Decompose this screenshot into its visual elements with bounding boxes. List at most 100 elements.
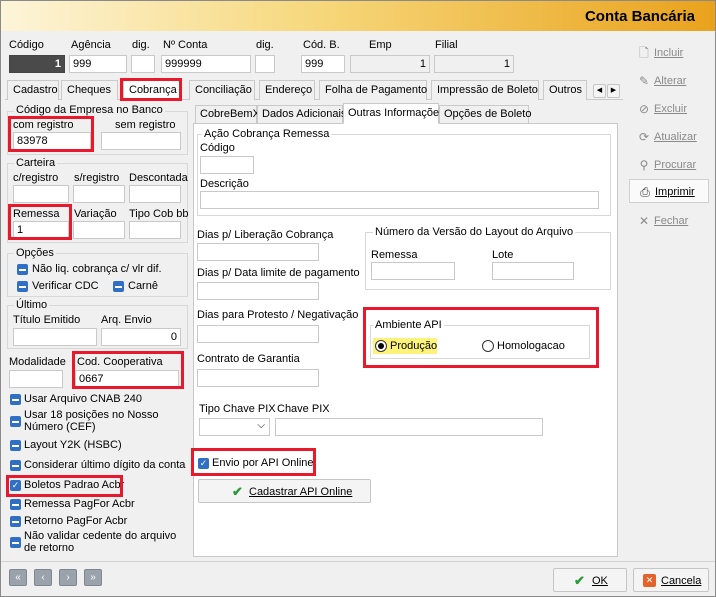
ultimo-digito-checkbox[interactable]: [10, 460, 21, 471]
dias-liberacao-field[interactable]: [197, 243, 319, 261]
cancel-button[interactable]: ✕ Cancela: [633, 568, 709, 592]
tab-cobranca[interactable]: Cobrança: [123, 80, 181, 100]
arq-envio-field[interactable]: 0: [101, 328, 181, 346]
tab-impressao-boleto[interactable]: Impressão de Boleto: [431, 80, 539, 100]
tipo-cob-field[interactable]: [129, 221, 181, 239]
tab-cadastro[interactable]: Cadastro: [7, 80, 59, 100]
subtab-outras-informacoes[interactable]: Outras Informações: [343, 103, 445, 124]
tab-scroll-right-icon[interactable]: ▶: [607, 84, 620, 98]
acao-codigo-label: Código: [200, 142, 235, 154]
atualizar-button[interactable]: ⟳ Atualizar: [629, 125, 709, 149]
ambiente-api-title: Ambiente API: [373, 319, 444, 331]
carteira-title: Carteira: [14, 157, 58, 169]
incluir-button[interactable]: 🗋 Incluir: [629, 41, 709, 65]
nosso-numero-checkbox[interactable]: [10, 416, 21, 427]
remessa-label: Remessa: [13, 208, 60, 220]
modalidade-field[interactable]: [9, 370, 63, 388]
envio-api-label: Envio por API Online: [212, 457, 314, 469]
excluir-button[interactable]: ⊘ Excluir: [629, 97, 709, 121]
variacao-field[interactable]: [73, 221, 125, 239]
layout-y2k-checkbox[interactable]: [10, 440, 21, 451]
homologacao-radio[interactable]: [482, 340, 494, 352]
nao-liq-checkbox[interactable]: [17, 264, 28, 275]
producao-radio[interactable]: [375, 340, 387, 352]
chevron-down-icon: ⌵: [257, 420, 265, 431]
com-registro-field[interactable]: 83978: [13, 132, 91, 150]
alterar-button[interactable]: ✎ Alterar: [629, 69, 709, 93]
subtab-opcoes-boleto[interactable]: Opções de Boleto: [439, 105, 531, 123]
layout-y2k-label: Layout Y2K (HSBC): [24, 439, 122, 451]
conta-dig-field[interactable]: [255, 55, 275, 73]
codb-label: Cód. B.: [303, 39, 340, 51]
versao-layout-group: [365, 232, 611, 290]
remessa-field[interactable]: 1: [13, 221, 69, 239]
fechar-button[interactable]: ✕ Fechar: [629, 209, 709, 233]
subtab-cobrebemx[interactable]: CobreBemX: [195, 105, 260, 123]
nconta-field[interactable]: 999999: [161, 55, 251, 73]
s-registro-field[interactable]: [73, 185, 125, 203]
verificar-cdc-checkbox[interactable]: [17, 281, 28, 292]
chave-pix-field[interactable]: [275, 418, 543, 436]
agencia-dig-field[interactable]: [131, 55, 155, 73]
tab-outros[interactable]: Outros: [543, 80, 587, 100]
codigo-field[interactable]: 1: [9, 55, 65, 73]
descontada-field[interactable]: [129, 185, 181, 203]
sem-registro-label: sem registro: [115, 119, 176, 131]
sem-registro-field[interactable]: [101, 132, 181, 150]
codb-field[interactable]: 999: [301, 55, 345, 73]
acao-codigo-field[interactable]: [200, 156, 254, 174]
agencia-label: Agência: [71, 39, 111, 51]
tab-conciliacao[interactable]: Conciliação: [189, 80, 255, 100]
new-document-icon: 🗋: [639, 46, 649, 60]
cod-cooperativa-field[interactable]: 0667: [75, 370, 179, 388]
remessa-pagfor-checkbox[interactable]: [10, 499, 21, 510]
tab-folha-pagamento[interactable]: Folha de Pagamento: [319, 80, 427, 100]
retorno-pagfor-label: Retorno PagFor Acbr: [24, 515, 128, 527]
next-record-icon[interactable]: ›: [59, 569, 77, 586]
close-icon: ✕: [638, 214, 650, 228]
opcoes-title: Opções: [14, 247, 56, 259]
dig-label-2: dig.: [256, 39, 274, 51]
dias-liberacao-label: Dias p/ Liberação Cobrança: [197, 229, 334, 241]
tab-scroll-left-icon[interactable]: ◀: [593, 84, 606, 98]
retorno-pagfor-checkbox[interactable]: [10, 516, 21, 527]
c-registro-field[interactable]: [13, 185, 69, 203]
remessa-pagfor-label: Remessa PagFor Acbr: [24, 498, 135, 510]
envio-api-checkbox[interactable]: ✓: [198, 458, 209, 469]
previous-record-icon[interactable]: ‹: [34, 569, 52, 586]
imprimir-button[interactable]: ⎙ Imprimir: [629, 179, 709, 203]
ok-button[interactable]: ✔ OK: [553, 568, 627, 592]
tipo-chave-pix-select[interactable]: ⌵: [199, 418, 270, 436]
carne-checkbox[interactable]: [113, 281, 124, 292]
versao-lote-field[interactable]: [492, 262, 574, 280]
cnab240-checkbox[interactable]: [10, 394, 21, 405]
versao-remessa-field[interactable]: [371, 262, 455, 280]
dias-limite-field[interactable]: [197, 282, 319, 300]
contrato-garantia-field[interactable]: [197, 369, 319, 387]
acao-descricao-field[interactable]: [200, 191, 599, 209]
ok-check-icon: ✔: [574, 573, 585, 588]
printer-icon: ⎙: [640, 185, 650, 199]
last-record-icon[interactable]: »: [84, 569, 102, 586]
boletos-acbr-label: Boletos Padrao Acbr: [24, 479, 125, 491]
refresh-icon: ⟳: [638, 130, 650, 144]
binoculars-icon: ⚲: [639, 158, 649, 172]
s-registro-label: s/registro: [74, 172, 120, 184]
dias-protesto-field[interactable]: [197, 325, 319, 343]
subtab-dados-adicionais[interactable]: Dados Adicionais: [257, 105, 346, 123]
nao-validar-cedente-checkbox[interactable]: [10, 537, 21, 548]
cadastrar-api-label: Cadastrar API Online: [249, 486, 353, 498]
tab-endereco[interactable]: Endereço: [259, 80, 315, 100]
first-record-icon[interactable]: «: [9, 569, 27, 586]
filial-label: Filial: [435, 39, 458, 51]
titulo-emitido-field[interactable]: [13, 328, 97, 346]
tab-cheques[interactable]: Cheques: [61, 80, 118, 100]
agencia-field[interactable]: 999: [69, 55, 127, 73]
nao-validar-cedente-label: Não validar cedente do arquivo de retorn…: [24, 530, 177, 554]
nconta-label: Nº Conta: [163, 39, 208, 51]
acao-cobranca-title: Ação Cobrança Remessa: [202, 128, 332, 140]
procurar-button[interactable]: ⚲ Procurar: [629, 153, 709, 177]
modalidade-label: Modalidade: [9, 356, 66, 368]
cadastrar-api-button[interactable]: ✔ Cadastrar API Online: [198, 479, 371, 503]
boletos-acbr-checkbox[interactable]: ✓: [10, 480, 21, 491]
